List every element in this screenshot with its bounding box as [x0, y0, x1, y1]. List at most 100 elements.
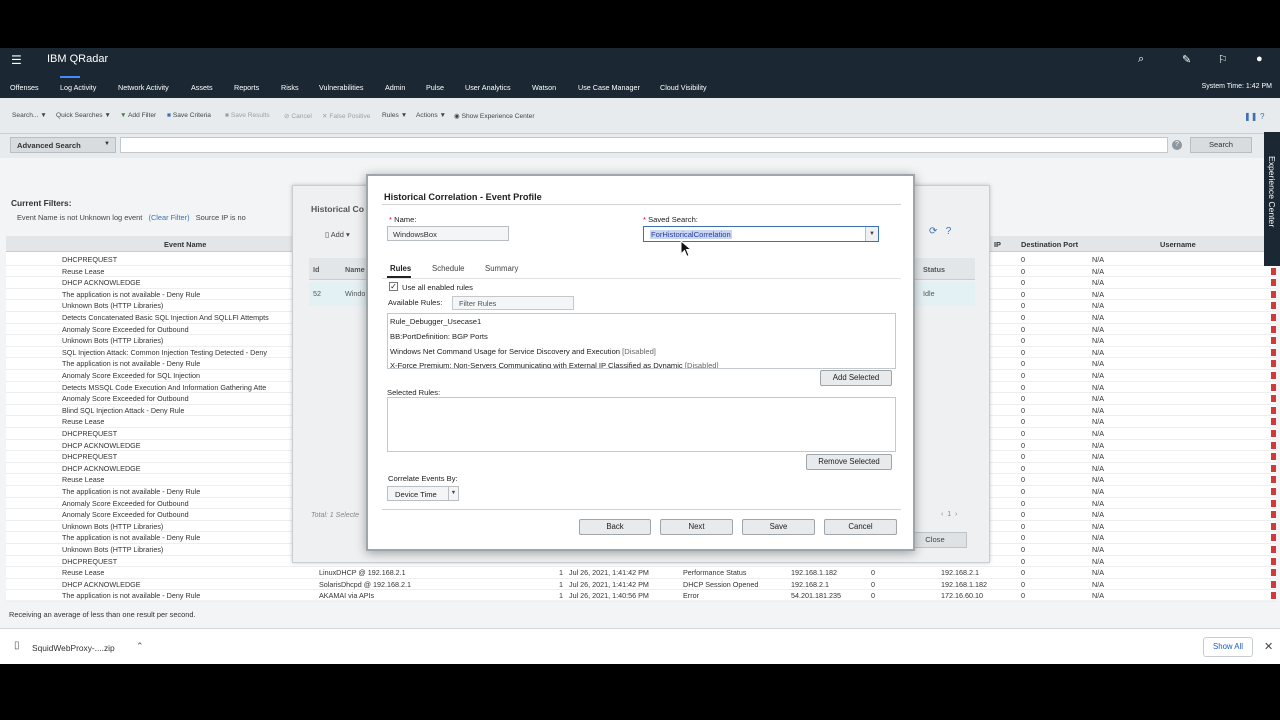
col-event-name[interactable]: Event Name [164, 240, 206, 249]
selected-rules-list[interactable] [387, 397, 896, 452]
saved-search-select[interactable]: ForHistoricalCorrelation ▼ [643, 226, 879, 242]
col-ip[interactable]: IP [994, 240, 1001, 249]
tab-reports[interactable]: Reports [234, 83, 259, 92]
available-rules-label: Available Rules: [388, 298, 443, 307]
start-time-cell: Jul 26, 2021, 1:40:56 PM [569, 591, 649, 601]
show-experience-center-button[interactable]: ◉ Show Experience Center [454, 112, 535, 120]
tab-risks[interactable]: Risks [281, 83, 299, 92]
zip-file-icon: ▯ [14, 640, 20, 651]
tab-admin[interactable]: Admin [385, 83, 405, 92]
event-name-cell: DHCPREQUEST [62, 556, 118, 566]
refresh-icon[interactable]: ⟳ [929, 226, 937, 237]
magnitude-marker [1271, 348, 1276, 356]
rule-item[interactable]: Windows Net Command Usage for Service Di… [390, 347, 656, 356]
col-username[interactable]: Username [1160, 240, 1196, 249]
chevron-up-icon[interactable]: ⌃ [136, 641, 144, 652]
table-row[interactable]: Reuse Lease LinuxDHCP @ 192.168.2.1 1 Jul 2… [6, 567, 1276, 579]
cancel-button[interactable]: Cancel [824, 519, 897, 535]
event-name-cell: Anomaly Score Exceeded for Outbound [62, 498, 189, 508]
advanced-search-input[interactable] [120, 137, 1168, 153]
source-ip-cell: 54.201.181.235 [791, 591, 841, 601]
clear-filter-link[interactable]: (Clear Filter) [148, 213, 189, 222]
tab-use-case-manager[interactable]: Use Case Manager [578, 83, 640, 92]
remove-selected-button[interactable]: Remove Selected [806, 454, 892, 470]
add-button[interactable]: ▯ Add ▾ [325, 230, 350, 239]
destination-port-cell: 0 [1021, 359, 1025, 369]
col-name[interactable]: Name [345, 265, 365, 274]
quick-searches-menu[interactable]: Quick Searches ▼ [56, 112, 111, 119]
page-number[interactable]: 1 [947, 511, 951, 518]
show-all-button[interactable]: Show All [1203, 637, 1253, 657]
search-events-icon[interactable]: ⌕ [1138, 53, 1144, 66]
add-filter-button[interactable]: ▼ Add Filter [120, 112, 156, 119]
col-status[interactable]: Status [923, 265, 945, 274]
rule-item[interactable]: X-Force Premium: Non-Servers Communicati… [390, 361, 719, 368]
user-icon[interactable]: ● [1256, 53, 1263, 65]
save-criteria-button[interactable]: ■ Save Criteria [167, 112, 211, 119]
help-icon[interactable]: ? [1172, 140, 1182, 150]
username-cell: N/A [1092, 591, 1104, 601]
false-positive-button[interactable]: ✕ False Positive [322, 112, 370, 120]
tab-vulnerabilities[interactable]: Vulnerabilities [319, 83, 363, 92]
rules-menu[interactable]: Rules ▼ [382, 112, 407, 119]
destination-port-cell: 0 [1021, 266, 1025, 276]
source-ip-filter: Source IP is no [195, 213, 246, 222]
rule-item[interactable]: Rule_Debugger_Usecase1 [390, 317, 481, 326]
event-count-cell: 1 [559, 579, 563, 589]
tab-rules[interactable]: Rules [390, 264, 411, 273]
chevron-down-icon[interactable]: ▼ [865, 227, 878, 241]
tab-log-activity[interactable]: Log Activity [60, 83, 96, 92]
tab-offenses[interactable]: Offenses [10, 83, 39, 92]
notifications-icon[interactable]: ✎ [1182, 53, 1191, 66]
col-id[interactable]: Id [313, 265, 319, 274]
saved-search-label-text: Saved Search: [648, 215, 698, 224]
close-icon[interactable]: ✕ [1264, 640, 1273, 653]
tab-summary[interactable]: Summary [485, 264, 518, 273]
use-all-rules-checkbox[interactable]: ✓ [389, 282, 398, 291]
search-menu[interactable]: Search... ▼ [12, 112, 47, 119]
destination-port-cell: 0 [1021, 336, 1025, 346]
tab-user-analytics[interactable]: User Analytics [465, 83, 511, 92]
destination-port-cell: 0 [1021, 405, 1025, 415]
username-cell: N/A [1092, 487, 1104, 496]
save-button[interactable]: Save [742, 519, 815, 535]
tab-assets[interactable]: Assets [191, 83, 213, 92]
cancel-button[interactable]: ⊘ Cancel [284, 112, 312, 120]
correlate-events-select[interactable]: Device Time ▼ [387, 486, 459, 501]
event-name-cell: Anomaly Score Exceeded for Outbound [62, 324, 189, 334]
col-destination-port[interactable]: Destination Port [1021, 240, 1078, 249]
next-page-icon[interactable]: › [955, 511, 957, 518]
menu-icon[interactable]: ☰ [11, 53, 22, 67]
destination-port-cell: 0 [1021, 289, 1025, 299]
add-selected-button[interactable]: Add Selected [820, 370, 892, 386]
pause-icon[interactable]: ❚❚ [1244, 112, 1257, 121]
magnitude-marker [1271, 372, 1276, 379]
tab-watson[interactable]: Watson [532, 83, 556, 92]
save-results-button[interactable]: ■ Save Results [225, 112, 270, 119]
experience-center-tab[interactable]: Experience Center [1264, 132, 1280, 266]
rule-item[interactable]: BB:PortDefinition: BGP Ports [390, 332, 488, 341]
prev-page-icon[interactable]: ‹ [941, 511, 943, 518]
alerts-icon[interactable]: ⚐ [1218, 53, 1228, 66]
next-button[interactable]: Next [660, 519, 733, 535]
tab-network-activity[interactable]: Network Activity [118, 83, 169, 92]
advanced-search-select[interactable]: Advanced Search ▼ [10, 137, 116, 153]
actions-menu[interactable]: Actions ▼ [416, 112, 446, 119]
magnitude-marker [1271, 592, 1276, 600]
tab-pulse[interactable]: Pulse [426, 83, 444, 92]
help-circle-icon[interactable]: ? [1260, 112, 1264, 121]
search-button[interactable]: Search [1190, 137, 1252, 153]
download-file-name[interactable]: SquidWebProxy-....zip [32, 643, 115, 653]
tab-schedule[interactable]: Schedule [432, 264, 465, 273]
tab-cloud-visibility[interactable]: Cloud Visibility [660, 83, 707, 92]
table-row[interactable]: The application is not available - Deny … [6, 590, 1276, 602]
back-button[interactable]: Back [579, 519, 651, 535]
help-icon[interactable]: ? [946, 226, 952, 237]
table-row[interactable]: DHCP ACKNOWLEDGE SolarisDhcpd @ 192.168.2… [6, 579, 1276, 591]
destination-port-cell: 0 [1021, 255, 1025, 264]
filter-rules-input[interactable]: Filter Rules [452, 296, 574, 310]
event-name-cell: DHCP ACKNOWLEDGE [62, 278, 141, 288]
name-input[interactable]: WindowsBox [387, 226, 509, 241]
username-cell: N/A [1092, 336, 1104, 346]
username-cell: N/A [1092, 405, 1104, 415]
